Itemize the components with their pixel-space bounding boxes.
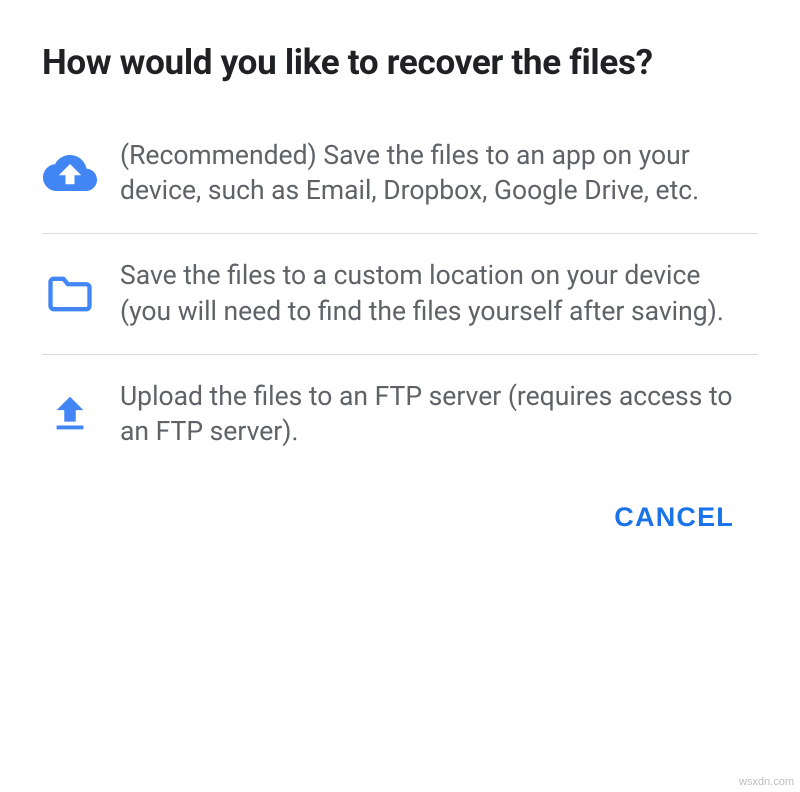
option-upload-ftp[interactable]: Upload the files to an FTP server (requi… [42, 355, 758, 475]
option-text: Upload the files to an FTP server (requi… [120, 379, 758, 451]
option-text: (Recommended) Save the files to an app o… [120, 138, 758, 210]
cancel-button[interactable]: CANCEL [600, 492, 748, 543]
folder-icon [42, 266, 98, 322]
dialog-actions: CANCEL [42, 474, 758, 553]
cloud-upload-icon [42, 145, 98, 201]
dialog-title: How would you like to recover the files? [42, 40, 758, 86]
options-list: (Recommended) Save the files to an app o… [42, 114, 758, 475]
option-text: Save the files to a custom location on y… [120, 258, 758, 330]
option-save-custom-location[interactable]: Save the files to a custom location on y… [42, 234, 758, 355]
option-save-to-app[interactable]: (Recommended) Save the files to an app o… [42, 114, 758, 235]
recovery-dialog: How would you like to recover the files?… [0, 0, 800, 573]
watermark-text: wsxdn.com [739, 776, 794, 788]
upload-arrow-icon [42, 386, 98, 442]
